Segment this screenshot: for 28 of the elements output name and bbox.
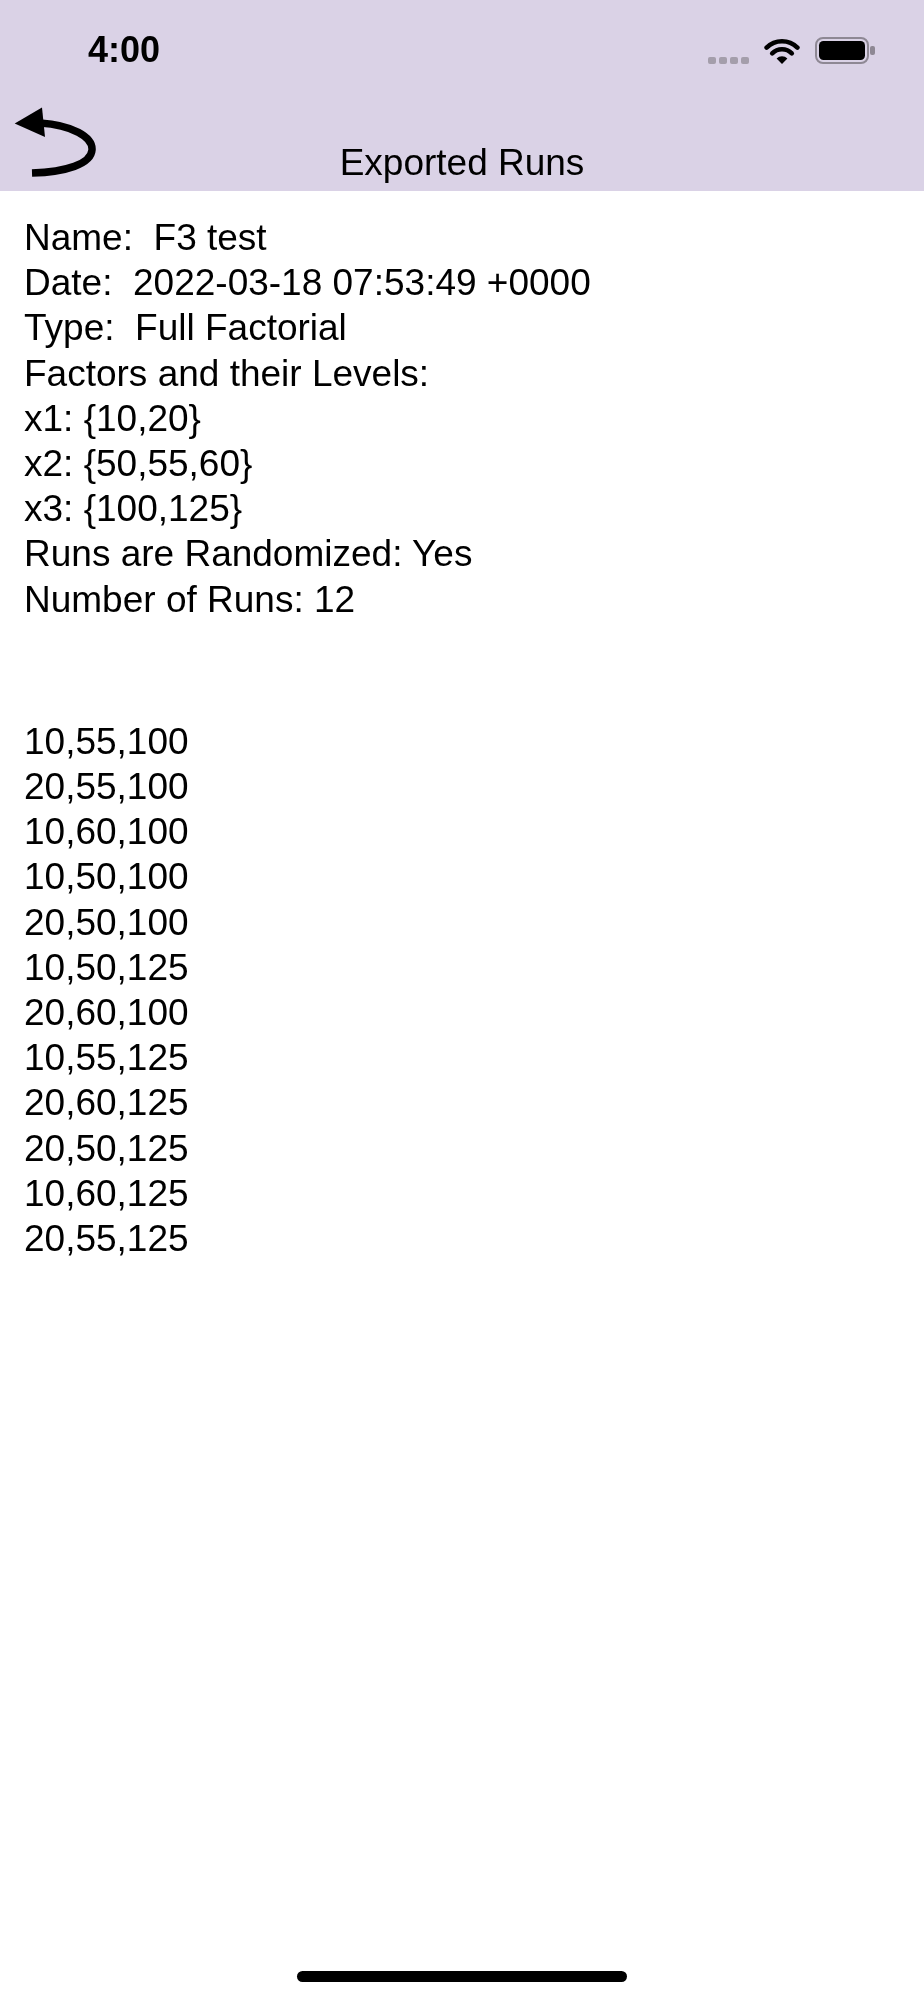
run-values-text: 10,50,125 (24, 945, 189, 990)
detail-text: Type: Full Factorial (24, 306, 347, 351)
run-values-text: 20,50,125 (24, 1126, 189, 1171)
back-button[interactable] (14, 107, 96, 177)
detail-text: x1: {10,20} (24, 396, 201, 441)
detail-text: x2: {50,55,60} (24, 442, 253, 486)
detail-text: Number of Runs: 12 (24, 577, 356, 622)
run-values-text: 10,55,100 (24, 719, 189, 764)
run-values-text: 10,55,125 (24, 1036, 189, 1081)
run-values-text: 10,60,125 (24, 1171, 189, 1216)
run-values-text: 10,60,100 (24, 810, 189, 855)
run-values-text: 20,60,100 (24, 991, 189, 1036)
back-arrow-icon (14, 107, 96, 177)
detail-text: Factors and their Levels: (24, 351, 430, 396)
screen-title: Exported Runs (339, 141, 585, 185)
run-values-text: 10,50,100 (24, 855, 189, 900)
detail-text: Name: F3 test (24, 216, 267, 260)
run-values-text: 20,55,100 (24, 765, 189, 810)
run-values-text: 20,60,125 (24, 1081, 189, 1126)
detail-text: x3: {100,125} (24, 487, 243, 532)
run-values-text: 20,55,125 (24, 1217, 189, 1262)
wifi-icon (764, 37, 800, 64)
detail-text: Runs are Randomized: Yes (24, 532, 473, 577)
signal-dots-icon (708, 56, 749, 64)
status-time: 4:00 (88, 32, 161, 68)
battery-icon (815, 36, 875, 64)
detail-text: Date: 2022-03-18 07:53:49 +0000 (24, 261, 591, 306)
run-values-text: 20,50,100 (24, 900, 189, 945)
